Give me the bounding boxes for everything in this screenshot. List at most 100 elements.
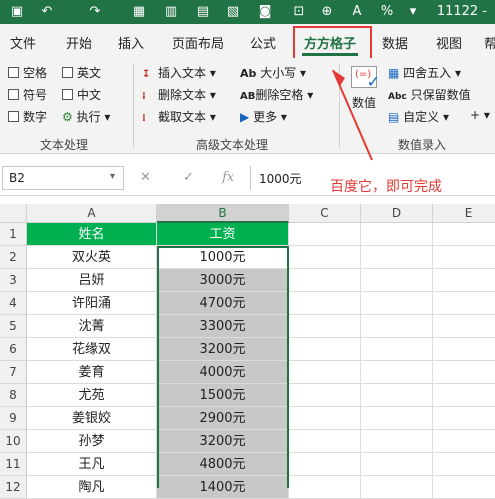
- table-cell[interactable]: [361, 223, 433, 246]
- row-header[interactable]: 3: [0, 269, 27, 292]
- column-header-a[interactable]: A: [27, 204, 157, 223]
- execute-button[interactable]: ⚙ 执行 ▾: [62, 108, 110, 125]
- percent-icon[interactable]: %: [378, 3, 396, 21]
- name-cell[interactable]: 尤苑: [27, 384, 157, 407]
- table-cell[interactable]: [433, 407, 495, 430]
- table-cell[interactable]: [433, 338, 495, 361]
- checkbox-space[interactable]: 空格: [8, 64, 47, 81]
- table-cell[interactable]: [433, 430, 495, 453]
- header-cell-salary[interactable]: 工资: [157, 223, 289, 246]
- tab-formulas[interactable]: 公式: [250, 33, 276, 52]
- row-header[interactable]: 7: [0, 361, 27, 384]
- confirm-icon[interactable]: ✓: [183, 170, 194, 185]
- checkbox-chinese[interactable]: 中文: [62, 86, 101, 103]
- name-cell[interactable]: 吕妍: [27, 269, 157, 292]
- table-cell[interactable]: [361, 361, 433, 384]
- round-button[interactable]: ▦ 四舍五入 ▾: [388, 64, 461, 81]
- number-button[interactable]: (=) ✓ 数值: [347, 66, 381, 114]
- checkbox-english[interactable]: 英文: [62, 64, 101, 81]
- row-header[interactable]: 1: [0, 223, 27, 246]
- table-cell[interactable]: [289, 315, 361, 338]
- tab-help[interactable]: 帮: [484, 33, 495, 52]
- table-cell[interactable]: [361, 315, 433, 338]
- redo-icon[interactable]: ↷: [86, 3, 104, 21]
- name-cell[interactable]: 沈菁: [27, 315, 157, 338]
- row-header[interactable]: 4: [0, 292, 27, 315]
- header-cell-name[interactable]: 姓名: [27, 223, 157, 246]
- row-header[interactable]: 6: [0, 338, 27, 361]
- table-cell[interactable]: [289, 223, 361, 246]
- name-cell[interactable]: 姜育: [27, 361, 157, 384]
- checkbox-number[interactable]: 数字: [8, 108, 47, 125]
- save-icon[interactable]: ▣: [8, 3, 26, 21]
- name-cell[interactable]: 双火英: [27, 246, 157, 269]
- delete-text-button[interactable]: ⁞ 删除文本 ▾: [142, 86, 216, 103]
- row-header[interactable]: 10: [0, 430, 27, 453]
- tab-home[interactable]: 开始: [66, 33, 92, 52]
- table-cell[interactable]: [289, 338, 361, 361]
- table-cell[interactable]: [289, 407, 361, 430]
- tab-data[interactable]: 数据: [382, 33, 408, 52]
- image-icon[interactable]: ▧: [224, 3, 242, 21]
- table-cell[interactable]: [361, 407, 433, 430]
- insert-text-button[interactable]: ↧ 插入文本 ▾: [142, 64, 216, 81]
- case-button[interactable]: Ab 大小写 ▾: [240, 64, 306, 81]
- table-cell[interactable]: [433, 292, 495, 315]
- chart-icon[interactable]: ▥: [162, 3, 180, 21]
- pin-icon[interactable]: ⊕: [318, 3, 336, 21]
- table-cell[interactable]: [289, 292, 361, 315]
- chevron-down-icon[interactable]: ▾: [110, 171, 115, 182]
- more-button[interactable]: ▶ 更多 ▾: [240, 108, 287, 125]
- table-cell[interactable]: [361, 338, 433, 361]
- table-cell[interactable]: [433, 223, 495, 246]
- table-cell[interactable]: [361, 430, 433, 453]
- name-cell[interactable]: 王凡: [27, 453, 157, 476]
- table-cell[interactable]: [433, 315, 495, 338]
- table-cell[interactable]: [289, 361, 361, 384]
- camera-icon[interactable]: ◙: [256, 3, 274, 21]
- column-header-e[interactable]: E: [433, 204, 495, 223]
- tab-insert[interactable]: 插入: [118, 33, 144, 52]
- name-cell[interactable]: 孙梦: [27, 430, 157, 453]
- row-header[interactable]: 9: [0, 407, 27, 430]
- fx-icon[interactable]: fx: [222, 170, 234, 185]
- extract-text-button[interactable]: ⁞ 截取文本 ▾: [142, 108, 216, 125]
- cancel-icon[interactable]: ✕: [140, 170, 151, 185]
- name-cell[interactable]: 许阳涌: [27, 292, 157, 315]
- table-cell[interactable]: [433, 269, 495, 292]
- table-cell[interactable]: [433, 384, 495, 407]
- table-cell[interactable]: [361, 453, 433, 476]
- grid-icon[interactable]: ▤: [194, 3, 212, 21]
- table-cell[interactable]: [433, 453, 495, 476]
- more-icon[interactable]: ▾: [404, 3, 422, 21]
- table-cell[interactable]: [289, 453, 361, 476]
- table-cell[interactable]: [289, 246, 361, 269]
- undo-icon[interactable]: ↶: [38, 3, 56, 21]
- select-all-corner[interactable]: [0, 204, 27, 223]
- tab-page-layout[interactable]: 页面布局: [172, 33, 224, 52]
- plus-button[interactable]: + ▾: [470, 108, 490, 122]
- row-header[interactable]: 2: [0, 246, 27, 269]
- row-header[interactable]: 5: [0, 315, 27, 338]
- name-cell[interactable]: 花缘双: [27, 338, 157, 361]
- name-cell[interactable]: 姜银姣: [27, 407, 157, 430]
- table-cell[interactable]: [433, 246, 495, 269]
- table-cell[interactable]: [361, 384, 433, 407]
- custom-button[interactable]: ▤ 自定义 ▾: [388, 108, 449, 125]
- table-cell[interactable]: [289, 384, 361, 407]
- table-icon[interactable]: ▦: [130, 3, 148, 21]
- row-header[interactable]: 11: [0, 453, 27, 476]
- tab-file[interactable]: 文件: [10, 33, 36, 52]
- table-cell[interactable]: [433, 361, 495, 384]
- table-cell[interactable]: [289, 269, 361, 292]
- table-cell[interactable]: [361, 246, 433, 269]
- checkbox-symbol[interactable]: 符号: [8, 86, 47, 103]
- table-cell[interactable]: [289, 430, 361, 453]
- column-header-b[interactable]: B: [157, 204, 289, 223]
- table-cell[interactable]: [361, 269, 433, 292]
- table-cell[interactable]: [361, 292, 433, 315]
- keep-number-button[interactable]: Abc 只保留数值: [388, 86, 471, 103]
- tab-view[interactable]: 视图: [436, 33, 462, 52]
- name-box[interactable]: B2: [2, 166, 124, 190]
- text-icon[interactable]: A: [348, 3, 366, 21]
